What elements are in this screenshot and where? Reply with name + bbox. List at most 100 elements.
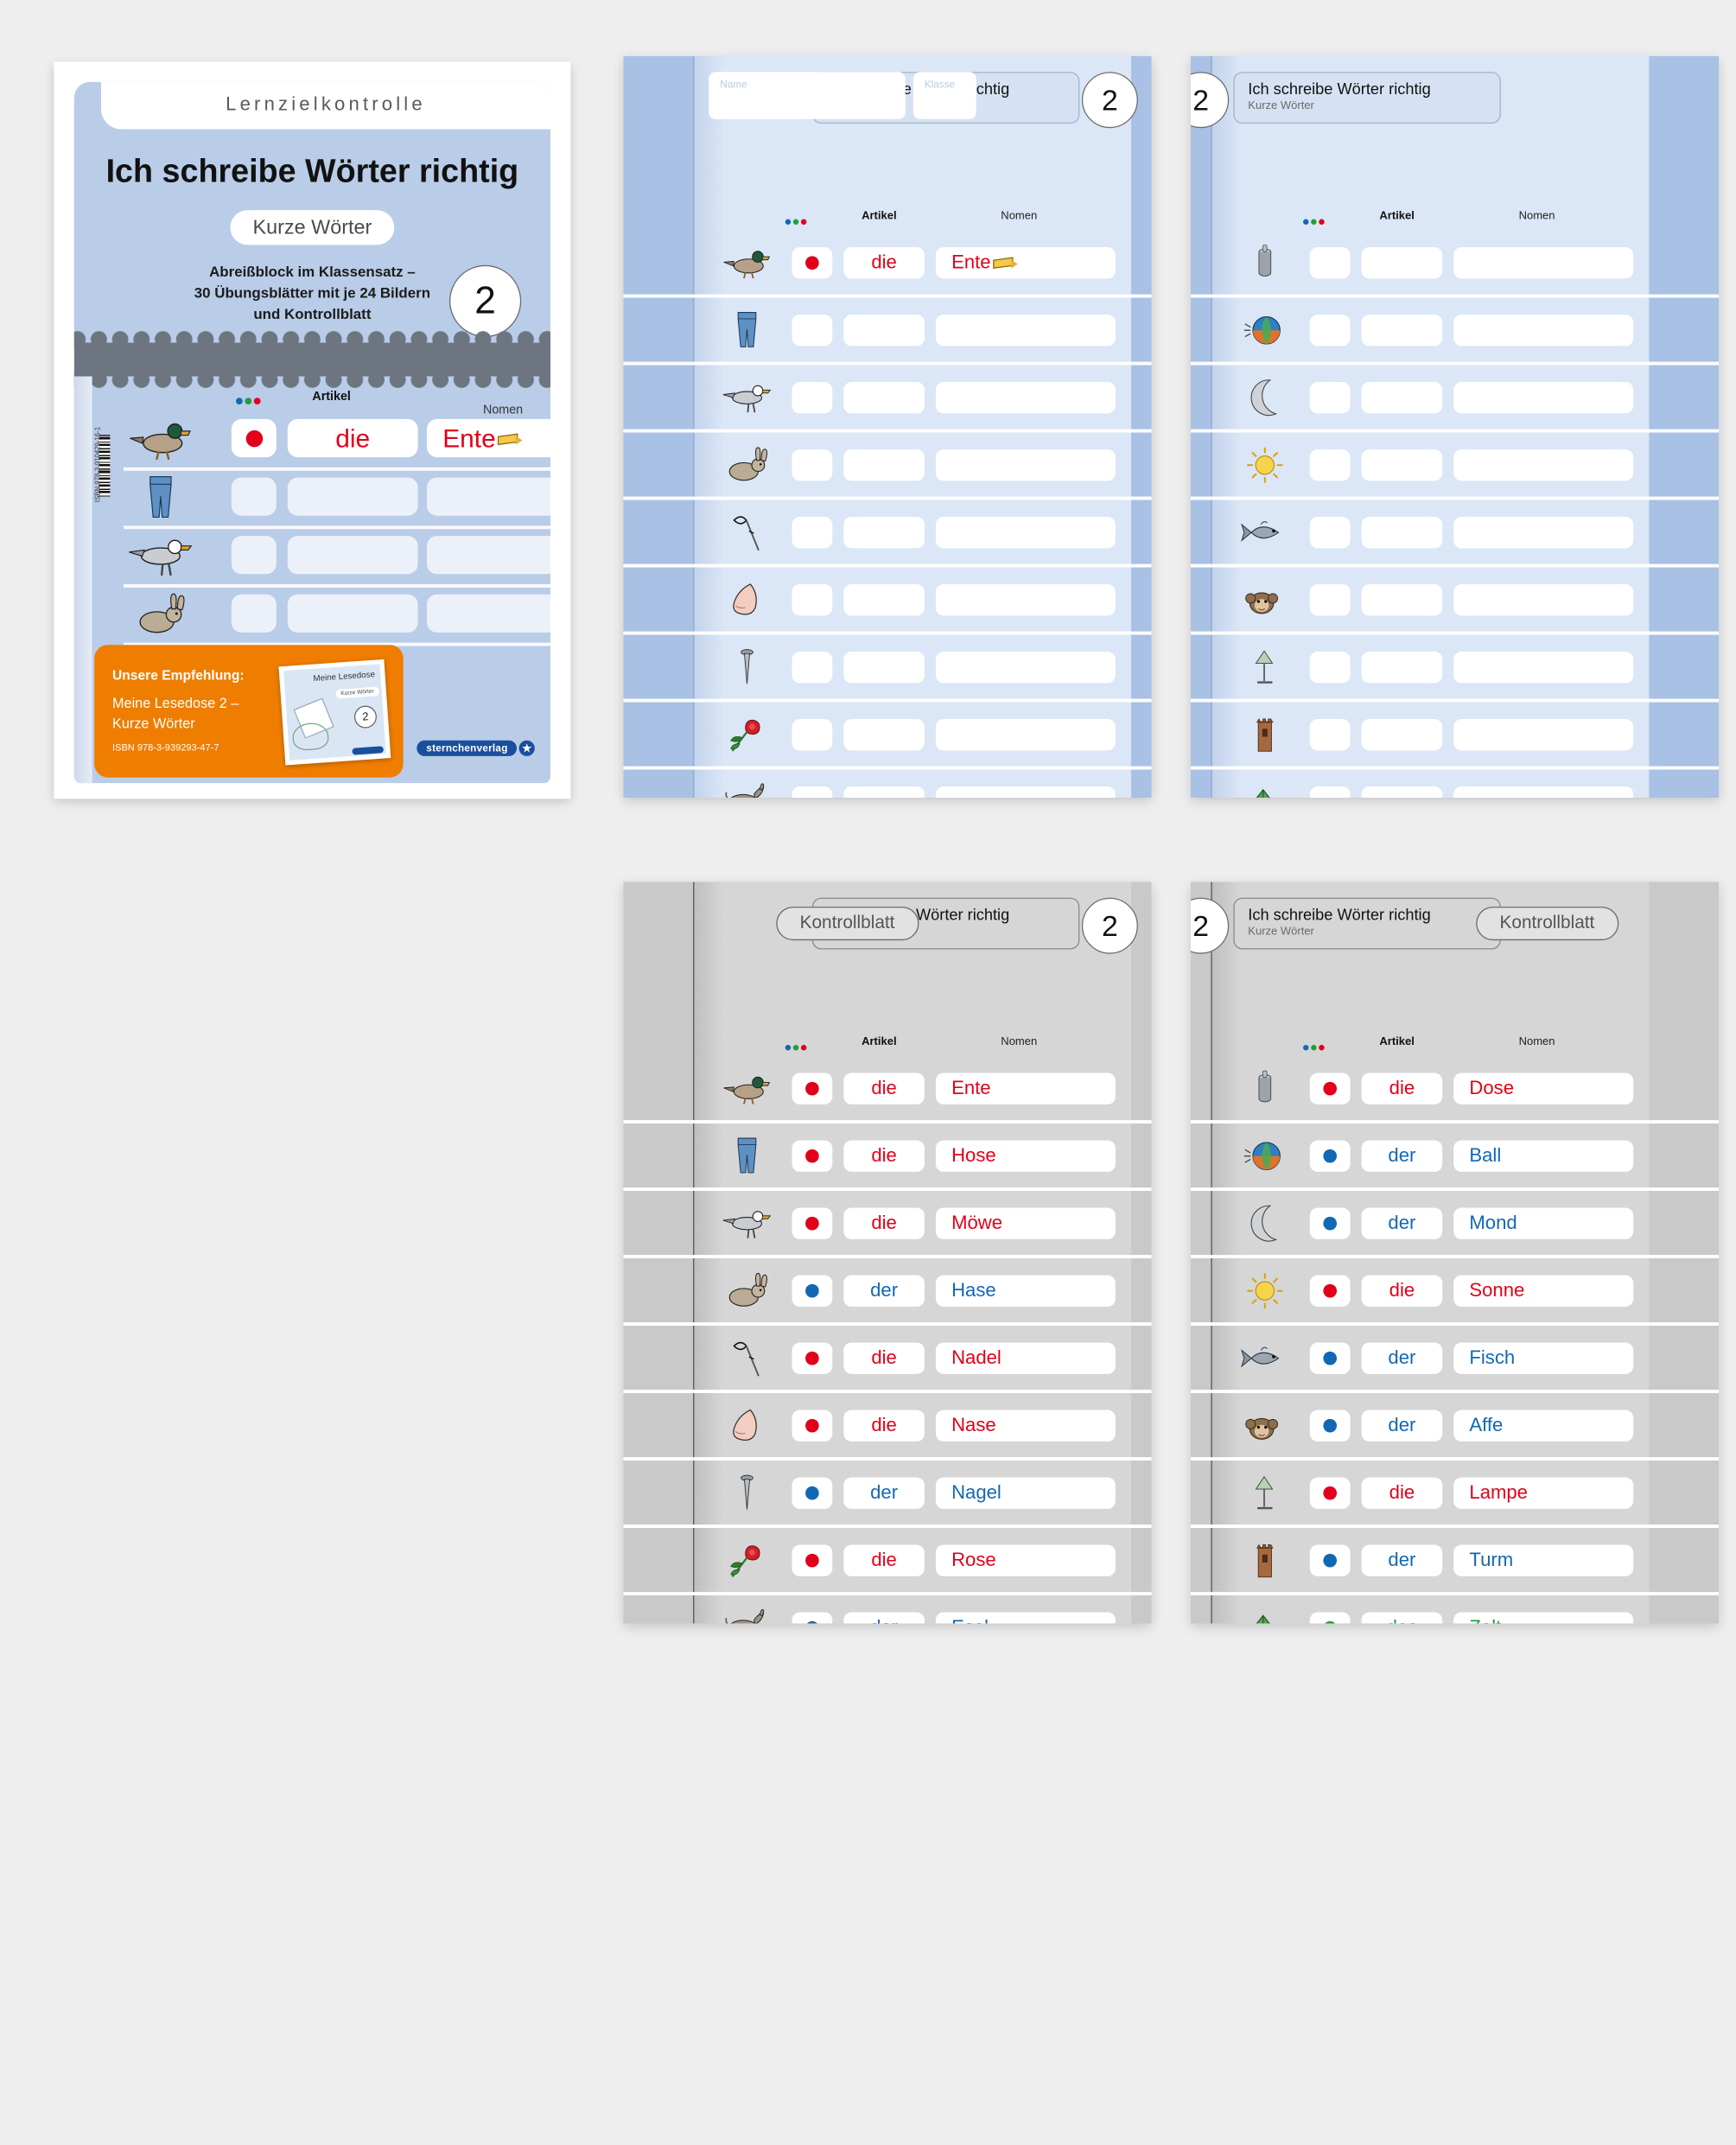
article-dot-cell[interactable]	[1310, 1207, 1351, 1238]
nomen-cell[interactable]: Mond	[1453, 1207, 1633, 1238]
article-dot-cell[interactable]	[792, 1477, 832, 1508]
article-dot-cell[interactable]	[1310, 1275, 1351, 1306]
artikel-cell[interactable]	[843, 583, 925, 614]
nomen-cell[interactable]	[427, 536, 550, 574]
artikel-cell[interactable]: die	[1362, 1477, 1443, 1508]
article-dot-cell[interactable]	[1310, 381, 1351, 412]
nomen-cell[interactable]: Affe	[1453, 1410, 1633, 1441]
article-dot-cell[interactable]	[792, 246, 832, 277]
artikel-cell[interactable]: der	[1362, 1207, 1443, 1238]
article-dot-cell[interactable]	[792, 449, 832, 480]
article-dot-cell[interactable]	[1310, 651, 1351, 682]
article-dot-cell[interactable]	[1310, 1612, 1351, 1624]
artikel-cell[interactable]: die	[843, 246, 925, 277]
artikel-cell[interactable]: die	[843, 1342, 925, 1373]
article-dot-cell[interactable]	[1310, 786, 1351, 798]
artikel-cell[interactable]	[1362, 381, 1443, 412]
artikel-cell[interactable]	[1362, 449, 1443, 480]
article-dot-cell[interactable]	[792, 1544, 832, 1575]
artikel-cell[interactable]	[843, 516, 925, 547]
artikel-cell[interactable]	[1362, 786, 1443, 798]
article-dot-cell[interactable]	[792, 1410, 832, 1441]
article-dot-cell[interactable]	[792, 651, 832, 682]
article-dot-cell[interactable]	[792, 1275, 832, 1306]
article-dot-cell[interactable]	[232, 478, 277, 516]
nomen-cell[interactable]	[936, 314, 1116, 345]
nomen-cell[interactable]	[427, 478, 550, 516]
article-dot-cell[interactable]	[792, 1612, 832, 1624]
article-dot-cell[interactable]	[792, 381, 832, 412]
article-dot-cell[interactable]	[792, 583, 832, 614]
nomen-cell[interactable]: Ente	[936, 1072, 1116, 1104]
article-dot-cell[interactable]	[1310, 516, 1351, 547]
nomen-cell[interactable]: Fisch	[1453, 1342, 1633, 1373]
artikel-cell[interactable]	[843, 786, 925, 798]
artikel-cell[interactable]	[843, 314, 925, 345]
article-dot-cell[interactable]	[792, 1342, 832, 1373]
article-dot-cell[interactable]	[1310, 1342, 1351, 1373]
artikel-cell[interactable]	[843, 381, 925, 412]
artikel-cell[interactable]: der	[1362, 1544, 1443, 1575]
article-dot-cell[interactable]	[792, 786, 832, 798]
article-dot-cell[interactable]	[1310, 1072, 1351, 1104]
artikel-cell[interactable]: der	[843, 1477, 925, 1508]
artikel-cell[interactable]	[1362, 583, 1443, 614]
nomen-cell[interactable]	[427, 595, 550, 633]
article-dot-cell[interactable]	[1310, 583, 1351, 614]
nomen-cell[interactable]: Ente	[936, 246, 1116, 277]
nomen-cell[interactable]	[1453, 583, 1633, 614]
article-dot-cell[interactable]	[1310, 1477, 1351, 1508]
nomen-cell[interactable]: Esel	[936, 1612, 1116, 1624]
artikel-cell[interactable]	[288, 478, 418, 516]
article-dot-cell[interactable]	[232, 595, 277, 633]
article-dot-cell[interactable]	[792, 1140, 832, 1171]
artikel-cell[interactable]	[843, 718, 925, 749]
article-dot-cell[interactable]	[792, 718, 832, 749]
artikel-cell[interactable]	[1362, 246, 1443, 277]
nomen-cell[interactable]	[936, 381, 1116, 412]
artikel-cell[interactable]	[288, 595, 418, 633]
artikel-cell[interactable]: die	[843, 1207, 925, 1238]
nomen-cell[interactable]	[936, 786, 1116, 798]
nomen-cell[interactable]: Sonne	[1453, 1275, 1633, 1306]
artikel-cell[interactable]: der	[1362, 1410, 1443, 1441]
artikel-cell[interactable]: die	[843, 1140, 925, 1171]
article-dot-cell[interactable]	[1310, 1410, 1351, 1441]
nomen-cell[interactable]: Nadel	[936, 1342, 1116, 1373]
artikel-cell[interactable]	[1362, 516, 1443, 547]
artikel-cell[interactable]	[1362, 314, 1443, 345]
nomen-cell[interactable]	[1453, 314, 1633, 345]
nomen-cell[interactable]	[936, 449, 1116, 480]
artikel-cell[interactable]	[288, 536, 418, 574]
nomen-cell[interactable]: Nase	[936, 1410, 1116, 1441]
nomen-cell[interactable]: Hose	[936, 1140, 1116, 1171]
nomen-cell[interactable]	[1453, 516, 1633, 547]
nomen-cell[interactable]: Rose	[936, 1544, 1116, 1575]
artikel-cell[interactable]: der	[843, 1275, 925, 1306]
nomen-cell[interactable]	[936, 516, 1116, 547]
article-dot-cell[interactable]	[792, 516, 832, 547]
name-input[interactable]: Name	[709, 72, 905, 119]
nomen-cell[interactable]: Nagel	[936, 1477, 1116, 1508]
artikel-cell[interactable]: der	[1362, 1140, 1443, 1171]
artikel-cell[interactable]: die	[843, 1544, 925, 1575]
nomen-cell[interactable]: Turm	[1453, 1544, 1633, 1575]
artikel-cell[interactable]: der	[1362, 1342, 1443, 1373]
article-dot-cell[interactable]	[1310, 314, 1351, 345]
nomen-cell[interactable]	[936, 718, 1116, 749]
artikel-cell[interactable]: das	[1362, 1612, 1443, 1624]
nomen-cell[interactable]	[1453, 718, 1633, 749]
nomen-cell[interactable]	[1453, 449, 1633, 480]
artikel-cell[interactable]: die	[288, 419, 418, 457]
article-dot-cell[interactable]	[1310, 1544, 1351, 1575]
article-dot-cell[interactable]	[792, 1072, 832, 1104]
nomen-cell[interactable]	[1453, 381, 1633, 412]
nomen-cell[interactable]: Möwe	[936, 1207, 1116, 1238]
nomen-cell[interactable]: Dose	[1453, 1072, 1633, 1104]
article-dot-cell[interactable]	[232, 419, 277, 457]
article-dot-cell[interactable]	[1310, 718, 1351, 749]
article-dot-cell[interactable]	[792, 1207, 832, 1238]
article-dot-cell[interactable]	[792, 314, 832, 345]
artikel-cell[interactable]	[1362, 718, 1443, 749]
nomen-cell[interactable]	[1453, 786, 1633, 798]
